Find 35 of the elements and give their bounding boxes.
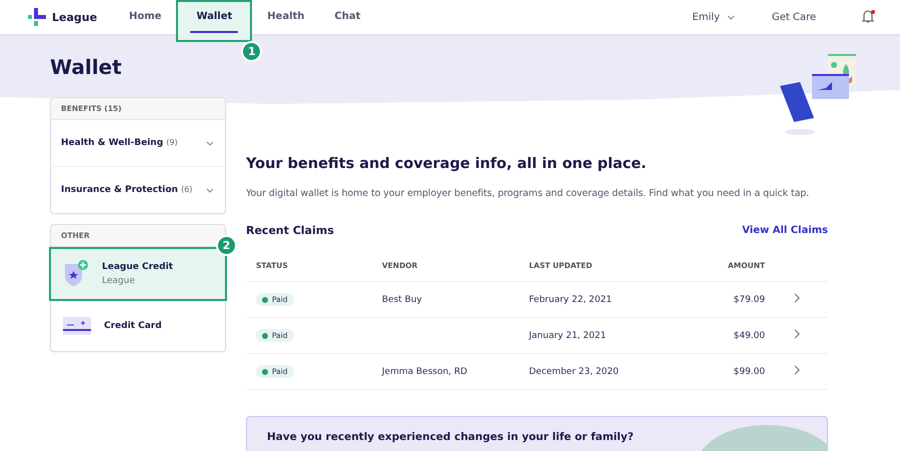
item-name: Credit Card [104, 321, 162, 331]
step-number-badge: 2 [216, 235, 237, 256]
nav-tab[interactable]: Chat [320, 0, 376, 34]
intro-text: Your digital wallet is home to your employer benefits, programs and coverage details. Find what you need in a quick tap. [246, 187, 810, 201]
table-cell: $49.00 [734, 330, 765, 340]
chevron-right-icon[interactable] [794, 365, 800, 375]
table-cell: December 23, 2020 [529, 366, 619, 376]
logo-icon [28, 8, 46, 26]
claims-title: Recent Claims [246, 224, 334, 237]
nav-tab[interactable]: Home [114, 0, 176, 34]
wallet-item[interactable]: Credit Card [51, 301, 225, 351]
logo-text: League [52, 10, 98, 24]
user-menu[interactable]: Emily [692, 12, 736, 22]
benefit-category[interactable]: Insurance & Protection (6) [51, 167, 225, 213]
nav-tab[interactable]: Wallet [176, 0, 252, 42]
shield-star-icon [63, 260, 89, 288]
get-care-link[interactable]: Get Care [772, 12, 816, 22]
banner-heading: Have you recently experienced changes in your life or family? [267, 431, 634, 444]
table-cell: January 21, 2021 [529, 330, 606, 340]
benefit-category[interactable]: Health & Well-Being (9) [51, 120, 225, 167]
nav-tab[interactable]: Health [252, 0, 320, 34]
item-name: League Credit [102, 262, 173, 272]
table-cell: $99.00 [734, 366, 765, 376]
item-provider: League [102, 276, 136, 286]
credit-card-icon [63, 317, 91, 335]
table-cell: Best Buy [382, 294, 422, 304]
intro-heading: Your benefits and coverage info, all in one place. [246, 155, 648, 173]
notification-bell-icon[interactable] [860, 9, 876, 25]
table-cell: Jemma Besson, RD [382, 366, 468, 376]
chevron-right-icon[interactable] [794, 293, 800, 303]
chevron-right-icon[interactable] [794, 329, 800, 339]
table-cell: February 22, 2021 [529, 294, 612, 304]
page-title: Wallet [50, 55, 123, 79]
table-cell: $79.09 [734, 294, 765, 304]
view-all-claims-link[interactable]: View All Claims [742, 225, 828, 236]
